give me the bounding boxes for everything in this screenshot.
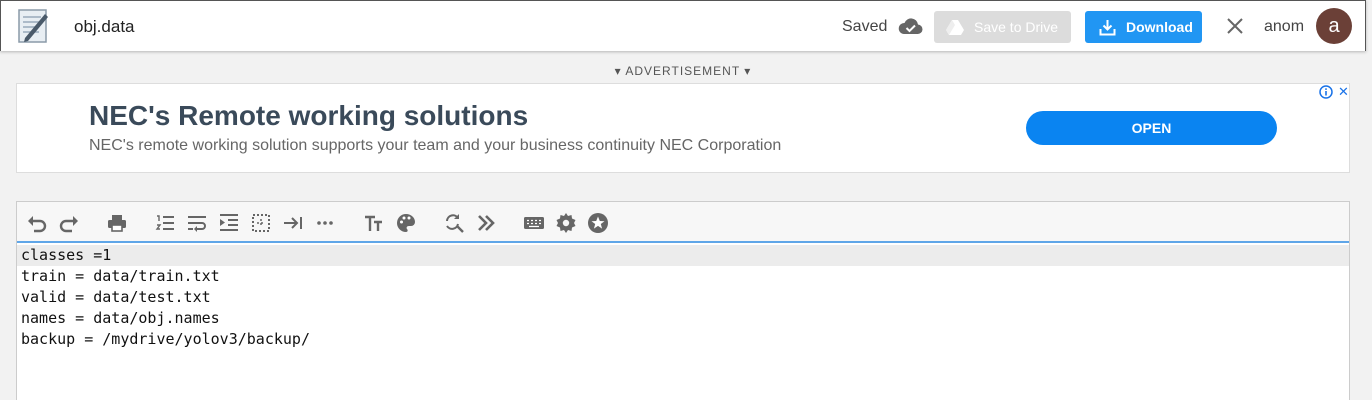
saved-status: Saved (842, 18, 888, 35)
more-icon[interactable] (314, 212, 336, 234)
google-drive-icon (946, 20, 964, 35)
print-icon[interactable] (106, 212, 128, 234)
save-to-drive-button[interactable]: Save to Drive (934, 11, 1071, 43)
word-wrap-icon[interactable] (186, 212, 208, 234)
code-line[interactable]: names = data/obj.names (17, 308, 1349, 329)
star-icon[interactable] (587, 212, 609, 234)
ad-info-icon[interactable] (1319, 85, 1333, 99)
palette-icon[interactable] (395, 212, 417, 234)
select-all-icon[interactable] (250, 212, 272, 234)
tab-icon[interactable] (282, 212, 304, 234)
find-replace-icon[interactable] (443, 212, 465, 234)
code-line[interactable]: train = data/train.txt (17, 266, 1349, 287)
advertisement-label: ▾ ADVERTISEMENT ▾ (614, 64, 752, 78)
line-numbers-icon[interactable] (154, 212, 176, 234)
jump-icon[interactable] (475, 212, 497, 234)
ad-open-button[interactable]: OPEN (1026, 111, 1277, 145)
font-size-icon[interactable] (363, 212, 385, 234)
code-line[interactable]: backup = /mydrive/yolov3/backup/ (17, 329, 1349, 350)
download-label: Download (1126, 19, 1193, 35)
top-bar: obj.data Saved Save to Drive Download an… (0, 0, 1366, 51)
ad-close-icon[interactable]: ✕ (1338, 85, 1350, 99)
advertisement-banner[interactable]: NEC's Remote working solutions NEC's rem… (16, 83, 1350, 173)
code-editor[interactable]: classes =1 train = data/train.txt valid … (16, 201, 1350, 400)
code-line[interactable]: classes =1 (17, 245, 1349, 266)
file-name[interactable]: obj.data (74, 17, 135, 37)
editor-toolbar (17, 202, 1349, 243)
avatar[interactable]: a (1316, 8, 1352, 44)
ad-description: NEC's remote working solution supports y… (89, 137, 782, 154)
cloud-check-icon (898, 16, 923, 36)
save-to-drive-label: Save to Drive (974, 19, 1059, 35)
download-button[interactable]: Download (1085, 11, 1202, 43)
text-editor-app-icon[interactable] (17, 8, 50, 44)
download-icon (1099, 19, 1116, 35)
close-icon[interactable] (1225, 16, 1245, 36)
ad-title[interactable]: NEC's Remote working solutions (89, 100, 528, 132)
redo-icon[interactable] (58, 212, 80, 234)
code-line[interactable]: valid = data/test.txt (17, 287, 1349, 308)
settings-icon[interactable] (555, 212, 577, 234)
code-content[interactable]: classes =1 train = data/train.txt valid … (17, 245, 1349, 350)
undo-icon[interactable] (26, 212, 48, 234)
user-name[interactable]: anom (1264, 18, 1304, 36)
keyboard-icon[interactable] (523, 212, 545, 234)
indent-icon[interactable] (218, 212, 240, 234)
